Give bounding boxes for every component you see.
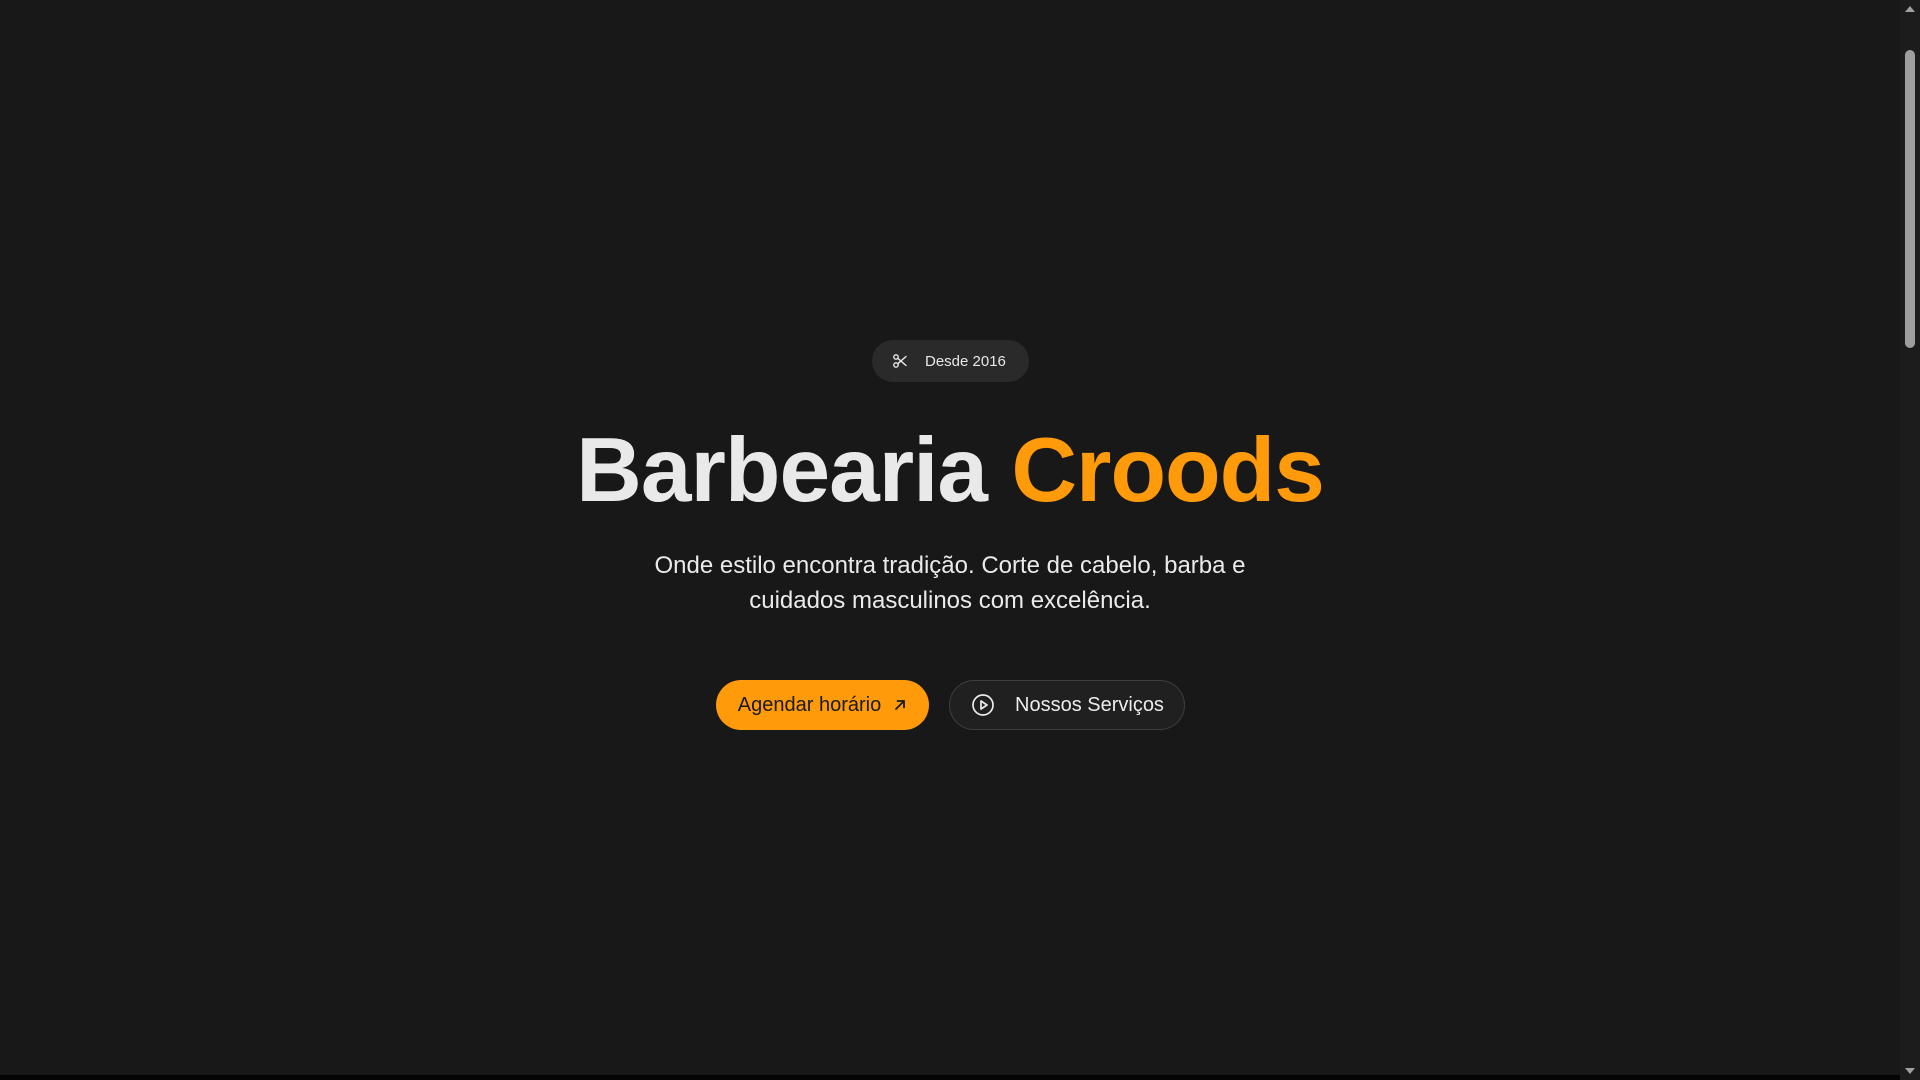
our-services-label: Nossos Serviços: [1015, 693, 1164, 716]
scroll-down-arrow-icon[interactable]: [1900, 1062, 1920, 1080]
arrow-up-right-icon: [893, 698, 907, 712]
hero-subtitle: Onde estilo encontra tradição. Corte de …: [654, 552, 1246, 614]
page-title: Barbearia Croods: [0, 418, 1900, 524]
scissors-icon: [892, 353, 908, 369]
vertical-scrollbar[interactable]: [1900, 0, 1920, 1080]
page-viewport: Desde 2016 Barbearia Croods Onde estilo …: [0, 0, 1900, 1075]
bottom-edge: [0, 1075, 1900, 1080]
scrollbar-thumb[interactable]: [1905, 50, 1915, 348]
book-appointment-button[interactable]: Agendar horário: [716, 680, 929, 730]
play-circle-icon: [971, 693, 995, 717]
title-highlight-word: Croods: [1011, 420, 1324, 521]
scroll-up-arrow-icon[interactable]: [1900, 0, 1920, 18]
since-badge: Desde 2016: [872, 340, 1029, 382]
hero-section: Desde 2016 Barbearia Croods Onde estilo …: [0, 0, 1900, 1075]
book-appointment-label: Agendar horário: [737, 693, 882, 716]
title-brand-word: Barbearia: [576, 420, 988, 521]
since-badge-label: Desde 2016: [925, 352, 1006, 370]
our-services-button[interactable]: Nossos Serviços: [949, 680, 1185, 730]
